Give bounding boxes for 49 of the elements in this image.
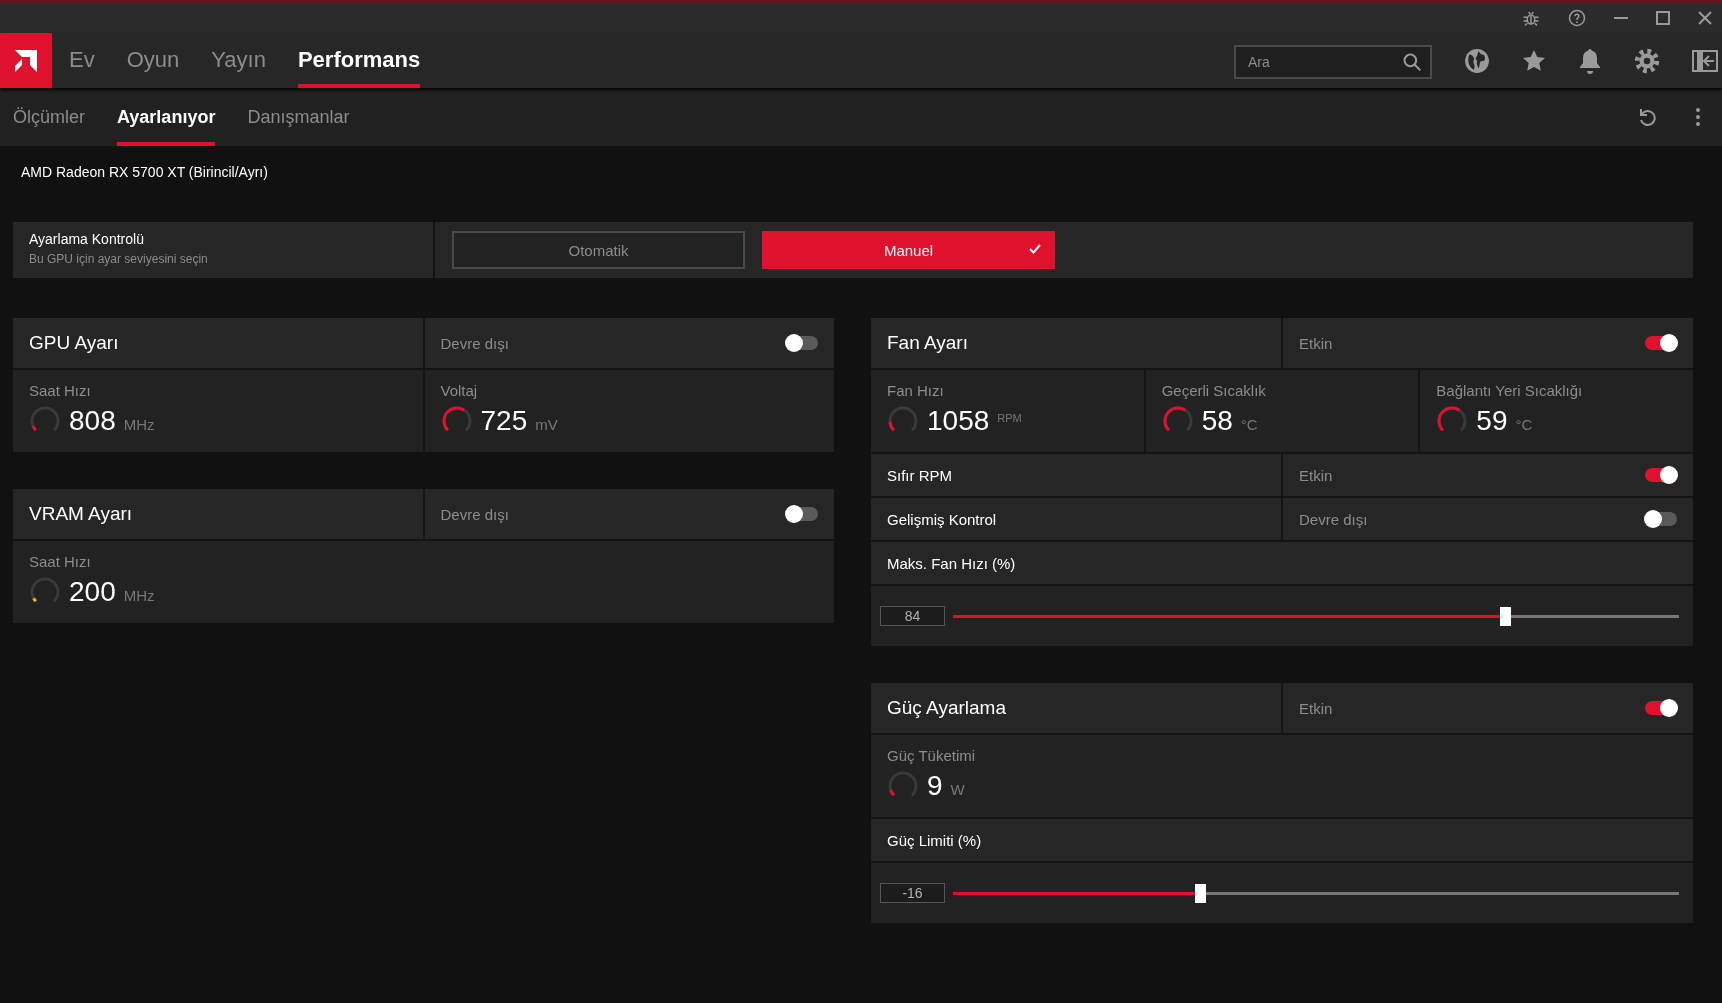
status-label: Devre dışı (1299, 510, 1368, 528)
status-label: Etkin (1299, 466, 1333, 484)
metric-unit: RPM (997, 412, 1022, 424)
value-field[interactable]: 84 (880, 606, 945, 626)
metric-unit: MHz (123, 586, 155, 604)
metric-unit: mV (535, 415, 558, 433)
nav-tab[interactable]: Oyun (126, 33, 180, 88)
metric-value: 58 (1201, 405, 1233, 437)
metric-label: Fan Hızı (887, 382, 945, 399)
metric-value: 200 (69, 576, 116, 608)
metric-label: Bağlantı Yeri Sıcaklığı (1436, 382, 1584, 399)
status-label: Etkin (1299, 334, 1333, 352)
metric-value: 9 (927, 770, 943, 802)
sub-tab[interactable]: Ayarlanıyor (117, 88, 216, 146)
gpu-name: AMD Radeon RX 5700 XT (Birincil/Ayrı) (21, 164, 269, 182)
metric-value: 725 (480, 405, 528, 437)
card-title: GPU Ayarı (29, 332, 119, 354)
sub-tab[interactable]: Ölçümler (13, 88, 85, 146)
search-field[interactable]: Ara (1234, 45, 1432, 79)
tuning-title: Ayarlama Kontrolü (29, 231, 145, 247)
card-title: Güç Ayarlama (887, 697, 1006, 719)
setting-label: Güç Limiti (%) (887, 831, 982, 849)
metric-label: Saat Hızı (29, 553, 92, 570)
card-title: VRAM Ayarı (29, 503, 133, 525)
setting-label: Sıfır RPM (887, 466, 952, 484)
metric-label: Saat Hızı (29, 382, 92, 399)
metric-unit: W (950, 780, 965, 798)
metric-label: Voltaj (440, 382, 479, 399)
mode-button[interactable]: Manuel (762, 231, 1055, 269)
mode-button[interactable]: Otomatik (452, 231, 745, 269)
metric-value: 808 (69, 405, 116, 437)
tuning-subtitle: Bu GPU için ayar seviyesini seçin (29, 252, 209, 266)
status-label: Etkin (1299, 699, 1333, 717)
setting-label: Gelişmiş Kontrol (887, 510, 997, 528)
status-label: Devre dışı (440, 505, 509, 523)
metric-value: 1058 (927, 405, 990, 437)
sub-tab[interactable]: Danışmanlar (247, 88, 350, 146)
metric-label: Geçerli Sıcaklık (1161, 382, 1267, 399)
card-title: Fan Ayarı (887, 332, 968, 354)
status-label: Devre dışı (440, 334, 509, 352)
metric-unit: MHz (123, 415, 155, 433)
value-field[interactable]: -16 (880, 883, 945, 903)
setting-label: Maks. Fan Hızı (%) (887, 554, 1016, 572)
nav-tab[interactable]: Ev (69, 33, 95, 88)
metric-label: Güç Tüketimi (887, 747, 977, 764)
nav-tab[interactable]: Yayın (211, 33, 266, 88)
metric-unit: °C (1240, 415, 1258, 433)
metric-unit: °C (1515, 415, 1533, 433)
metric-value: 59 (1476, 405, 1508, 437)
